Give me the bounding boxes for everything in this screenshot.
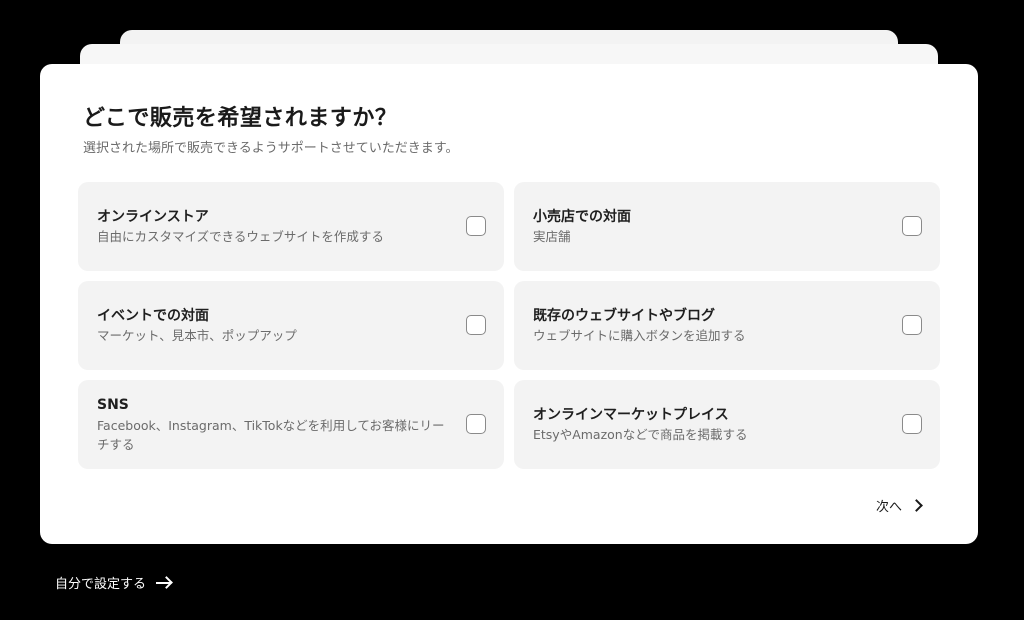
option-events-in-person[interactable]: イベントでの対面 マーケット、見本市、ポップアップ [78, 281, 504, 370]
option-existing-website[interactable]: 既存のウェブサイトやブログ ウェブサイトに購入ボタンを追加する [514, 281, 940, 370]
option-title: イベントでの対面 [97, 308, 209, 324]
option-title: 既存のウェブサイトやブログ [533, 308, 715, 324]
option-online-marketplace[interactable]: オンラインマーケットプレイス EtsyやAmazonなどで商品を掲載する [514, 380, 940, 469]
option-checkbox[interactable] [466, 414, 486, 434]
next-button[interactable]: 次へ [876, 496, 923, 515]
chevron-right-icon [910, 499, 923, 512]
onboarding-stage: どこで販売を希望されますか？ 選択された場所で販売できるようサポートさせていただ… [0, 0, 1024, 620]
option-checkbox[interactable] [466, 315, 486, 335]
dialog-title: どこで販売を希望されますか？ [83, 106, 398, 131]
option-title: SNS [97, 397, 129, 413]
option-title: 小売店での対面 [533, 209, 631, 225]
option-checkbox[interactable] [902, 216, 922, 236]
option-retail-in-person[interactable]: 小売店での対面 実店舗 [514, 182, 940, 271]
option-description: 実店舗 [533, 229, 571, 244]
option-description: ウェブサイトに購入ボタンを追加する [533, 328, 746, 343]
option-social-media[interactable]: SNS Facebook、Instagram、TikTokなどを利用してお客様に… [78, 380, 504, 469]
option-checkbox[interactable] [466, 216, 486, 236]
self-setup-link[interactable]: 自分で設定する [55, 573, 172, 592]
option-title: オンラインマーケットプレイス [533, 407, 729, 423]
option-description: 自由にカスタマイズできるウェブサイトを作成する [97, 229, 384, 244]
option-description: EtsyやAmazonなどで商品を掲載する [533, 427, 748, 442]
option-checkbox[interactable] [902, 414, 922, 434]
option-checkbox[interactable] [902, 315, 922, 335]
option-online-store[interactable]: オンラインストア 自由にカスタマイズできるウェブサイトを作成する [78, 182, 504, 271]
self-setup-label: 自分で設定する [55, 577, 147, 592]
option-description: Facebook、Instagram、TikTokなどを利用してお客様にリーチす… [97, 418, 445, 452]
dialog-subtitle: 選択された場所で販売できるようサポートさせていただきます。 [83, 141, 459, 156]
sales-channel-dialog: どこで販売を希望されますか？ 選択された場所で販売できるようサポートさせていただ… [40, 64, 978, 544]
arrow-right-icon [156, 577, 172, 589]
option-title: オンラインストア [97, 209, 209, 225]
next-button-label: 次へ [876, 500, 903, 515]
option-description: マーケット、見本市、ポップアップ [97, 328, 297, 343]
